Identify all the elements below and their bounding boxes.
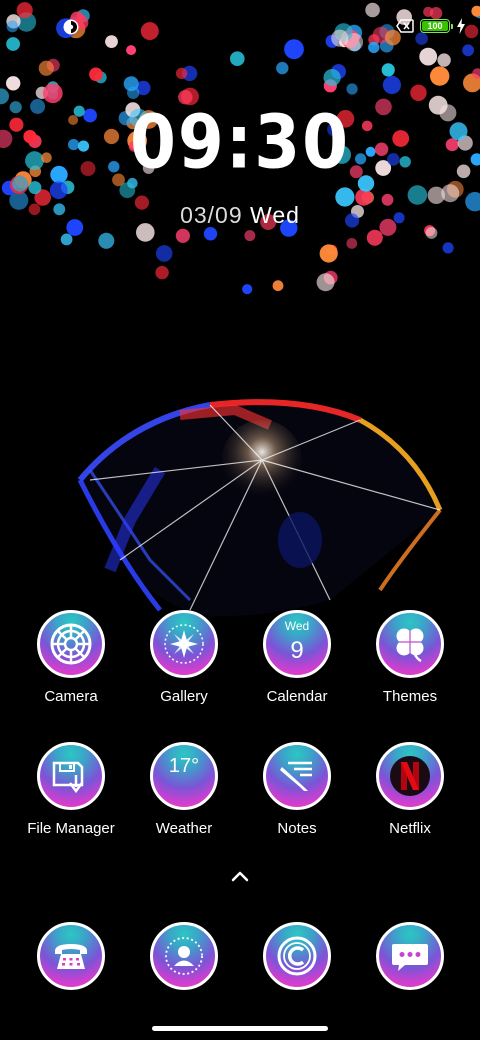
contacts-icon[interactable] bbox=[150, 922, 218, 990]
bokeh-dot bbox=[382, 75, 401, 95]
bokeh-dot bbox=[346, 238, 358, 249]
bokeh-dot bbox=[49, 181, 68, 200]
assistant-dot-icon bbox=[63, 19, 79, 35]
app-weather[interactable]: 17° Weather bbox=[124, 742, 244, 838]
dock-messages[interactable] bbox=[350, 922, 470, 990]
bokeh-dot bbox=[0, 88, 9, 105]
bokeh-dot bbox=[346, 83, 358, 95]
bokeh-dot bbox=[242, 284, 253, 295]
app-camera[interactable]: Camera bbox=[11, 610, 131, 706]
chevron-up-icon[interactable] bbox=[228, 868, 252, 884]
app-netflix[interactable]: Netflix bbox=[350, 742, 470, 838]
dock-phone[interactable] bbox=[11, 922, 131, 990]
bokeh-dot bbox=[319, 244, 338, 263]
app-label-calendar: Calendar bbox=[266, 688, 328, 705]
calendar-badge-day: Wed bbox=[284, 619, 310, 633]
bokeh-dot bbox=[437, 53, 451, 67]
bokeh-dot bbox=[60, 233, 73, 246]
calendar-icon[interactable]: Wed 9 bbox=[263, 610, 331, 678]
app-label-notes: Notes bbox=[277, 820, 317, 837]
app-label-weather: Weather bbox=[155, 820, 213, 837]
app-file-manager[interactable]: File Manager bbox=[11, 742, 131, 838]
bokeh-dot bbox=[381, 63, 395, 77]
bokeh-dot bbox=[175, 67, 188, 80]
clover-icon[interactable] bbox=[376, 610, 444, 678]
bokeh-dot bbox=[155, 245, 173, 262]
battery-level-text: 100 bbox=[427, 20, 443, 31]
dock-contacts[interactable] bbox=[124, 922, 244, 990]
clock-time[interactable]: 09:30 bbox=[0, 105, 480, 180]
file-manager-icon[interactable] bbox=[37, 742, 105, 810]
phone-icon[interactable] bbox=[37, 922, 105, 990]
bokeh-dot bbox=[42, 83, 63, 104]
bokeh-dot bbox=[272, 280, 284, 292]
messages-icon[interactable] bbox=[376, 922, 444, 990]
app-gallery[interactable]: Gallery bbox=[124, 610, 244, 706]
date-weekday: Wed bbox=[250, 202, 300, 228]
battery-tip bbox=[451, 24, 453, 29]
bokeh-dot bbox=[203, 227, 218, 241]
gallery-icon[interactable] bbox=[150, 610, 218, 678]
app-label-camera: Camera bbox=[44, 688, 98, 705]
weather-icon[interactable]: 17° bbox=[150, 742, 218, 810]
app-label-netflix: Netflix bbox=[389, 820, 431, 837]
bokeh-dot bbox=[323, 69, 341, 87]
bokeh-dot bbox=[123, 76, 139, 92]
bokeh-dot bbox=[410, 84, 427, 102]
bokeh-dot bbox=[38, 60, 54, 76]
bokeh-dot bbox=[276, 61, 289, 75]
app-label-file-manager: File Manager bbox=[27, 820, 115, 837]
notification-x-icon bbox=[396, 19, 414, 33]
notes-icon[interactable] bbox=[263, 742, 331, 810]
calendar-badge-date: 9 bbox=[290, 637, 304, 664]
weather-temperature: 17° bbox=[168, 755, 200, 777]
app-notes[interactable]: Notes bbox=[237, 742, 357, 838]
bokeh-dot bbox=[366, 229, 383, 246]
app-label-themes: Themes bbox=[382, 688, 438, 705]
clock-date[interactable]: 03/09 Wed bbox=[0, 201, 480, 229]
bokeh-dot bbox=[175, 228, 190, 243]
camera-icon[interactable] bbox=[37, 610, 105, 678]
bokeh-dot bbox=[98, 232, 115, 249]
bokeh-dot bbox=[155, 265, 169, 280]
app-calendar[interactable]: Wed 9 Calendar bbox=[237, 610, 357, 706]
dock-browser[interactable] bbox=[237, 922, 357, 990]
bokeh-dot bbox=[89, 67, 103, 82]
bokeh-dot bbox=[244, 230, 256, 242]
bokeh-dot bbox=[6, 76, 21, 91]
date-numbers: 03/09 bbox=[180, 202, 243, 228]
browser-icon[interactable] bbox=[263, 922, 331, 990]
home-indicator-bar[interactable] bbox=[152, 1026, 328, 1031]
bokeh-dot bbox=[230, 51, 245, 66]
bokeh-dot bbox=[28, 181, 42, 195]
umbrella-illustration bbox=[77, 399, 443, 616]
bokeh-dot bbox=[316, 273, 335, 292]
battery-indicator: 100 bbox=[420, 19, 453, 33]
status-bar: 100 bbox=[0, 0, 480, 52]
app-label-gallery: Gallery bbox=[160, 688, 208, 705]
app-themes[interactable]: Themes bbox=[350, 610, 470, 706]
bokeh-dot bbox=[430, 66, 450, 86]
bokeh-dot bbox=[442, 242, 454, 254]
netflix-icon[interactable] bbox=[376, 742, 444, 810]
lightning-bolt-icon bbox=[457, 18, 465, 34]
status-right-group: 100 bbox=[396, 18, 466, 34]
